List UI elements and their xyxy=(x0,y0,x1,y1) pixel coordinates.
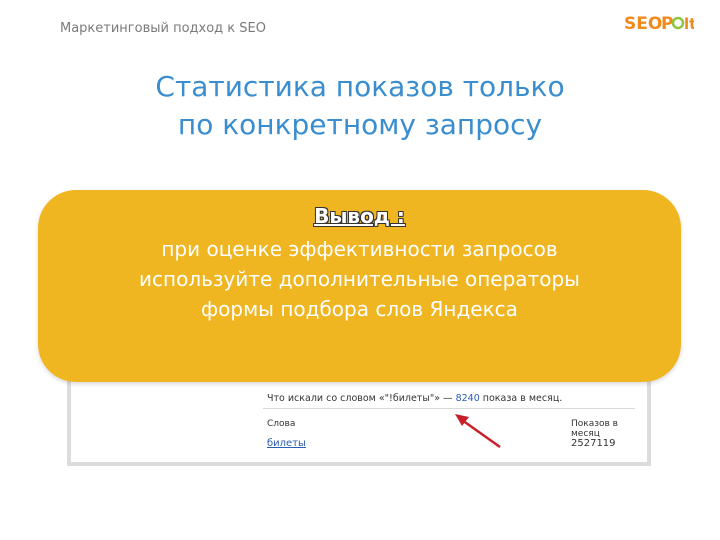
callout-line-1: при оценке эффективности запросов xyxy=(161,237,558,261)
conclusion-callout: Вывод : при оценке эффективности запросо… xyxy=(38,190,681,382)
query-summary: Что искали со словом «"!билеты"» — 8240 … xyxy=(267,393,562,404)
callout-heading: Вывод : xyxy=(314,204,405,228)
result-shows-value: 2527119 xyxy=(571,438,616,449)
seopult-logo: SEO P lt xyxy=(624,14,694,34)
query-prefix: Что искали со словом «"!билеты"» — xyxy=(267,393,456,404)
svg-text:SEO: SEO xyxy=(624,14,662,34)
query-count: 8240 xyxy=(455,393,480,404)
result-word-link[interactable]: билеты xyxy=(267,438,306,449)
svg-text:P: P xyxy=(661,14,673,34)
table-divider xyxy=(263,408,635,409)
column-header-shows: Показов в месяц xyxy=(571,419,618,439)
presentation-subtitle: Маркетинговый подход к SEO xyxy=(60,21,266,36)
query-suffix: показа в месяц. xyxy=(479,393,563,404)
callout-line-2: используйте дополнительные операторы xyxy=(139,267,580,291)
slide-title-line-1: Статистика показов только xyxy=(155,70,565,103)
slide-title-line-2: по конкретному запросу xyxy=(177,108,543,141)
slide-title: Статистика показов только по конкретному… xyxy=(0,68,720,144)
svg-text:lt: lt xyxy=(684,15,694,33)
column-header-words: Слова xyxy=(267,419,296,429)
callout-body: при оценке эффективности запросов исполь… xyxy=(38,234,681,324)
callout-line-3: формы подбора слов Яндекса xyxy=(201,297,518,321)
